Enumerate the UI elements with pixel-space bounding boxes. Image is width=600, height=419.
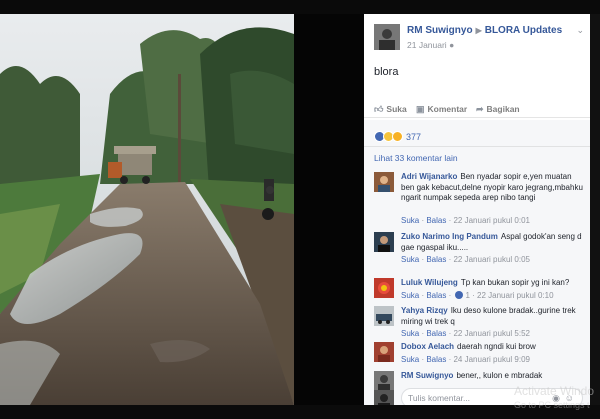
comment-time[interactable]: 22 Januari pukul 0:10	[477, 291, 554, 300]
comment-body: RM Suwignyo bener,, kulon e mbradak	[401, 371, 586, 382]
group-name-link[interactable]: BLORA Updates	[485, 25, 562, 36]
comment-text: Tp kan bukan sopir yg ini kan?	[460, 278, 570, 287]
post-header: RM Suwignyo ▶ BLORA Updates 21 Januari ● ⌄	[364, 14, 590, 52]
comment-like-count[interactable]: 1	[465, 291, 469, 300]
comment-label: Komentar	[427, 104, 468, 114]
author-line: RM Suwignyo ▶ BLORA Updates	[407, 25, 562, 36]
comment-body: Dobox Aelach daerah ngndi kui brow	[401, 342, 586, 353]
author-name-link[interactable]: RM Suwignyo	[407, 25, 473, 36]
like-label: Suka	[386, 104, 407, 114]
comment-button[interactable]: ▣ Komentar	[416, 104, 467, 115]
commenter-name[interactable]: Yahya Rizqy	[401, 306, 448, 315]
like-badge-icon	[455, 291, 464, 299]
current-user-avatar	[374, 390, 394, 405]
comment-text: bener,, kulon e mbradak	[456, 371, 543, 380]
comment-time[interactable]: 24 Januari pukul 9:09	[453, 355, 530, 364]
comment-like-link[interactable]: Suka	[401, 355, 419, 364]
reactions-summary[interactable]: 377	[374, 128, 422, 143]
comment-meta: Suka · Balas · 1 · 22 Januari pukul 0:10	[401, 291, 554, 300]
comment-meta: Suka · Balas · 22 Januari pukul 0:01	[401, 216, 530, 225]
post-date[interactable]: 21 Januari ●	[407, 40, 454, 50]
commenter-name[interactable]: Luluk Wilujeng	[401, 278, 458, 287]
comment-reply-link[interactable]: Balas	[426, 329, 446, 338]
activation-watermark: Activate Windo	[514, 384, 595, 398]
divider	[364, 146, 590, 147]
comment-meta: Suka · Balas · 22 Januari pukul 5:52	[401, 329, 530, 338]
globe-icon: ●	[449, 40, 455, 50]
author-avatar[interactable]	[374, 24, 400, 50]
comment-icon: ▣	[416, 104, 425, 114]
commenter-avatar[interactable]	[374, 278, 394, 298]
bottom-bar	[0, 405, 600, 419]
comment-meta: Suka · Balas · 24 Januari pukul 9:09	[401, 355, 530, 364]
comment-body: Adri Wijanarko Ben nyadar sopir e,yen mua…	[401, 172, 586, 204]
share-icon: ➦	[476, 104, 484, 114]
comment-like-link[interactable]: Suka	[401, 255, 419, 264]
comment-like-link[interactable]: Suka	[401, 291, 419, 300]
share-button[interactable]: ➦ Bagikan	[476, 104, 520, 115]
commenter-name[interactable]: Adri Wijanarko	[401, 172, 457, 181]
top-bar	[0, 0, 600, 14]
comment-body: Luluk Wilujeng Tp kan bukan sopir yg ini …	[401, 278, 586, 289]
comments-section: 377 Lihat 33 komentar lain Adri Wijanark…	[364, 120, 590, 405]
thumbs-up-icon: 👍︎	[374, 104, 384, 114]
post-sidebar: RM Suwignyo ▶ BLORA Updates 21 Januari ● ⌄…	[364, 14, 590, 405]
reaction-count: 377	[406, 131, 422, 142]
commenter-avatar[interactable]	[374, 342, 394, 362]
view-more-comments-link[interactable]: Lihat 33 komentar lain	[374, 153, 458, 163]
commenter-name[interactable]: RM Suwignyo	[401, 371, 453, 380]
like-button[interactable]: 👍︎ Suka	[374, 104, 407, 115]
comment-meta: Suka · Balas · 22 Januari pukul 0:05	[401, 255, 530, 264]
share-label: Bagikan	[486, 104, 520, 114]
post-date-text[interactable]: 21 Januari	[407, 40, 447, 50]
activation-watermark-sub: Go to PC settings t	[514, 400, 590, 410]
post-photo[interactable]	[0, 14, 294, 405]
comment-text: daerah ngndi kui brow	[457, 342, 536, 351]
chevron-down-icon[interactable]: ⌄	[576, 25, 584, 36]
commenter-avatar[interactable]	[374, 232, 394, 252]
comment-body: Zuko Narimo Ing Pandum Aspal godok'an sen…	[401, 232, 586, 253]
post-actions: 👍︎ Suka ▣ Komentar ➦ Bagikan	[364, 102, 590, 118]
commenter-name[interactable]: Dobox Aelach	[401, 342, 454, 351]
comment-reply-link[interactable]: Balas	[426, 216, 446, 225]
comment-body: Yahya Rizqy Iku deso kulone bradak..gurin…	[401, 306, 586, 327]
post-text: blora	[374, 66, 399, 78]
road-photo-image	[0, 14, 294, 405]
comment-like-link[interactable]: Suka	[401, 329, 419, 338]
commenter-avatar[interactable]	[374, 306, 394, 326]
wow-reaction-icon	[392, 131, 403, 143]
commenter-name[interactable]: Zuko Narimo Ing Pandum	[401, 232, 498, 241]
comment-time[interactable]: 22 Januari pukul 0:01	[453, 216, 530, 225]
commenter-avatar[interactable]	[374, 172, 394, 192]
window-edge	[590, 14, 600, 405]
comment-reply-link[interactable]: Balas	[426, 291, 446, 300]
photo-viewer: RM Suwignyo ▶ BLORA Updates 21 Januari ● ⌄…	[0, 0, 600, 419]
arrow-right-icon: ▶	[475, 26, 482, 35]
comment-like-link[interactable]: Suka	[401, 216, 419, 225]
comment-time[interactable]: 22 Januari pukul 0:05	[453, 255, 530, 264]
comment-reply-link[interactable]: Balas	[426, 255, 446, 264]
comment-time[interactable]: 22 Januari pukul 5:52	[453, 329, 530, 338]
comment-reply-link[interactable]: Balas	[426, 355, 446, 364]
